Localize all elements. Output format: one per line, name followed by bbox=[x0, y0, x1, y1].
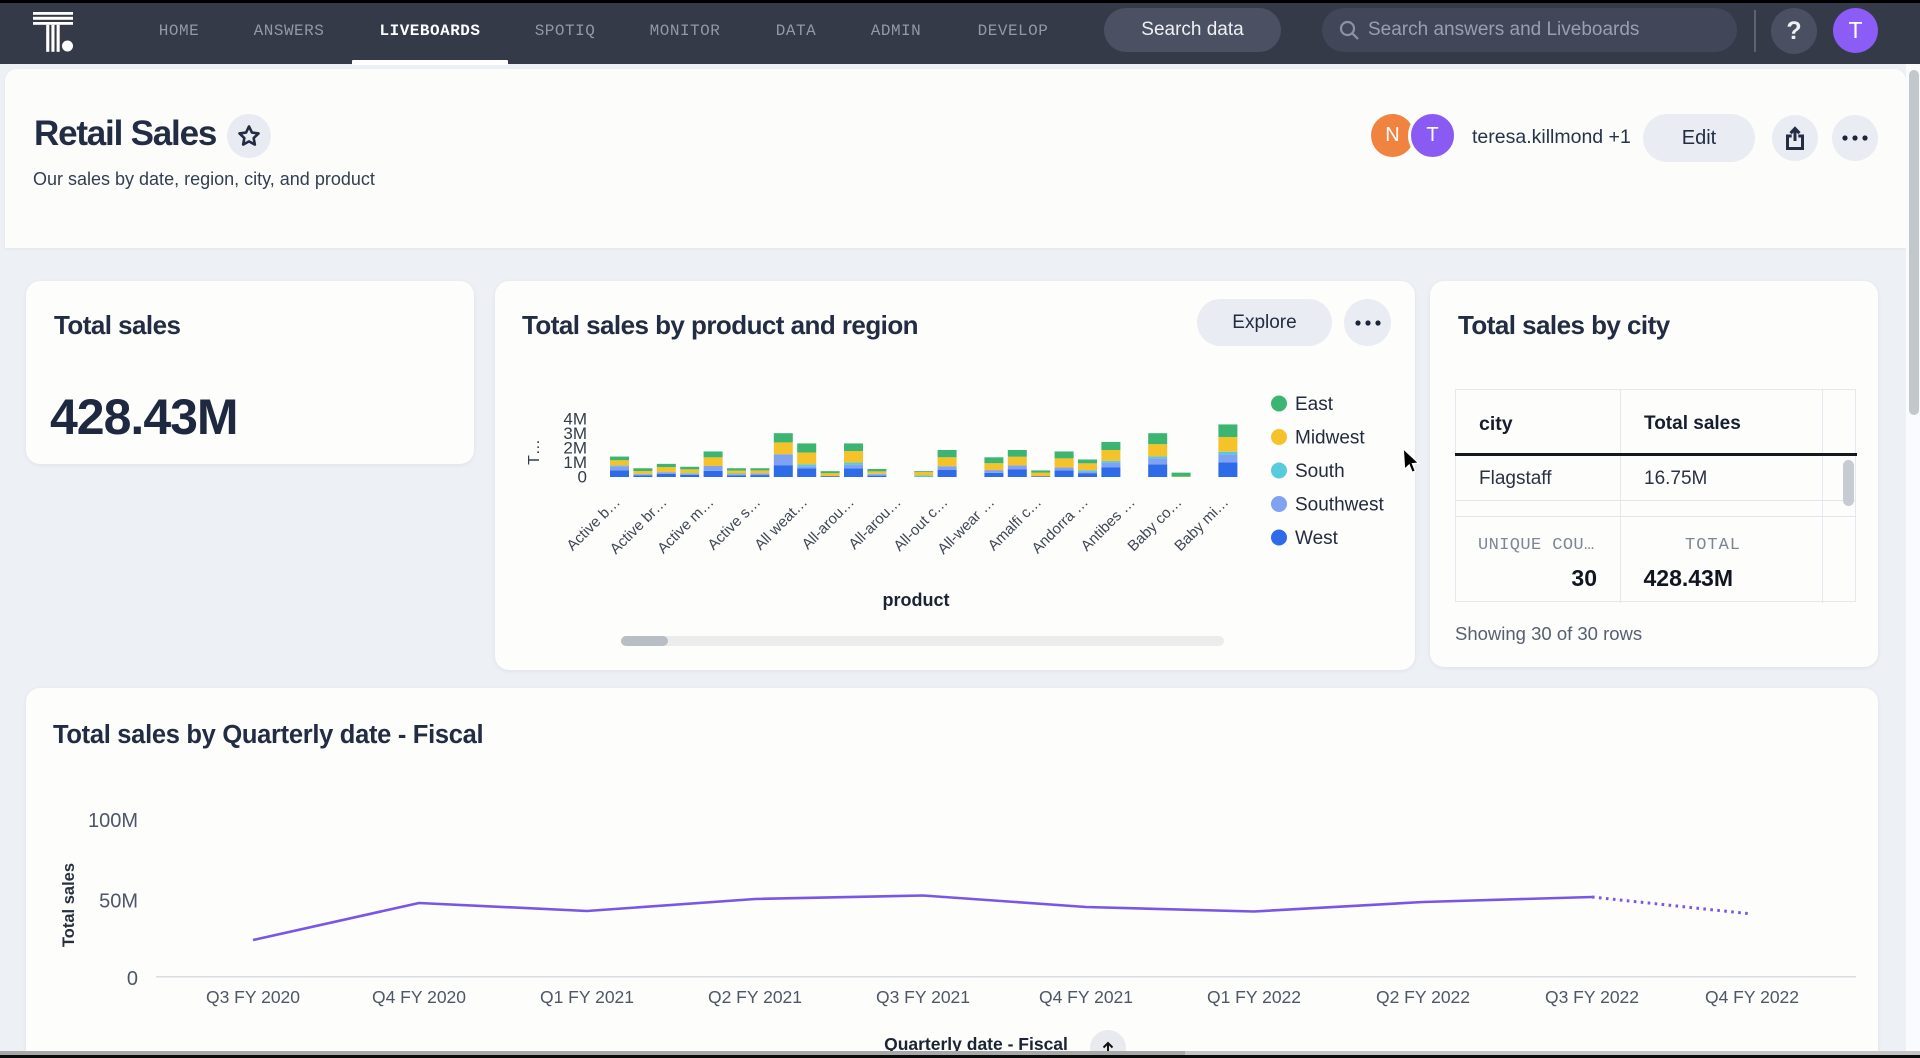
svg-text:Q2 FY 2021: Q2 FY 2021 bbox=[708, 987, 802, 1007]
svg-text:Q2 FY 2022: Q2 FY 2022 bbox=[1376, 987, 1470, 1007]
svg-text:Q4 FY 2022: Q4 FY 2022 bbox=[1705, 987, 1799, 1007]
svg-text:Q1 FY 2021: Q1 FY 2021 bbox=[540, 987, 634, 1007]
svg-text:South: South bbox=[1295, 461, 1345, 482]
svg-text:50M: 50M bbox=[99, 891, 138, 913]
svg-text:100M: 100M bbox=[88, 810, 138, 832]
svg-text:West: West bbox=[1295, 528, 1339, 549]
svg-text:Midwest: Midwest bbox=[1295, 428, 1365, 449]
svg-text:0: 0 bbox=[127, 968, 138, 990]
svg-text:Q4 FY 2020: Q4 FY 2020 bbox=[372, 987, 466, 1007]
svg-text:Q3 FY 2020: Q3 FY 2020 bbox=[206, 987, 300, 1007]
svg-text:Q1 FY 2022: Q1 FY 2022 bbox=[1207, 987, 1301, 1007]
svg-text:Q3 FY 2022: Q3 FY 2022 bbox=[1545, 987, 1639, 1007]
svg-text:Q4 FY 2021: Q4 FY 2021 bbox=[1039, 987, 1133, 1007]
svg-text:East: East bbox=[1295, 394, 1334, 415]
svg-text:Q3 FY 2021: Q3 FY 2021 bbox=[876, 987, 970, 1007]
svg-text:T…: T… bbox=[526, 439, 543, 465]
svg-text:Southwest: Southwest bbox=[1295, 495, 1384, 516]
svg-text:Total sales: Total sales bbox=[60, 863, 78, 947]
svg-text:product: product bbox=[883, 590, 950, 610]
svg-text:0: 0 bbox=[578, 468, 587, 487]
